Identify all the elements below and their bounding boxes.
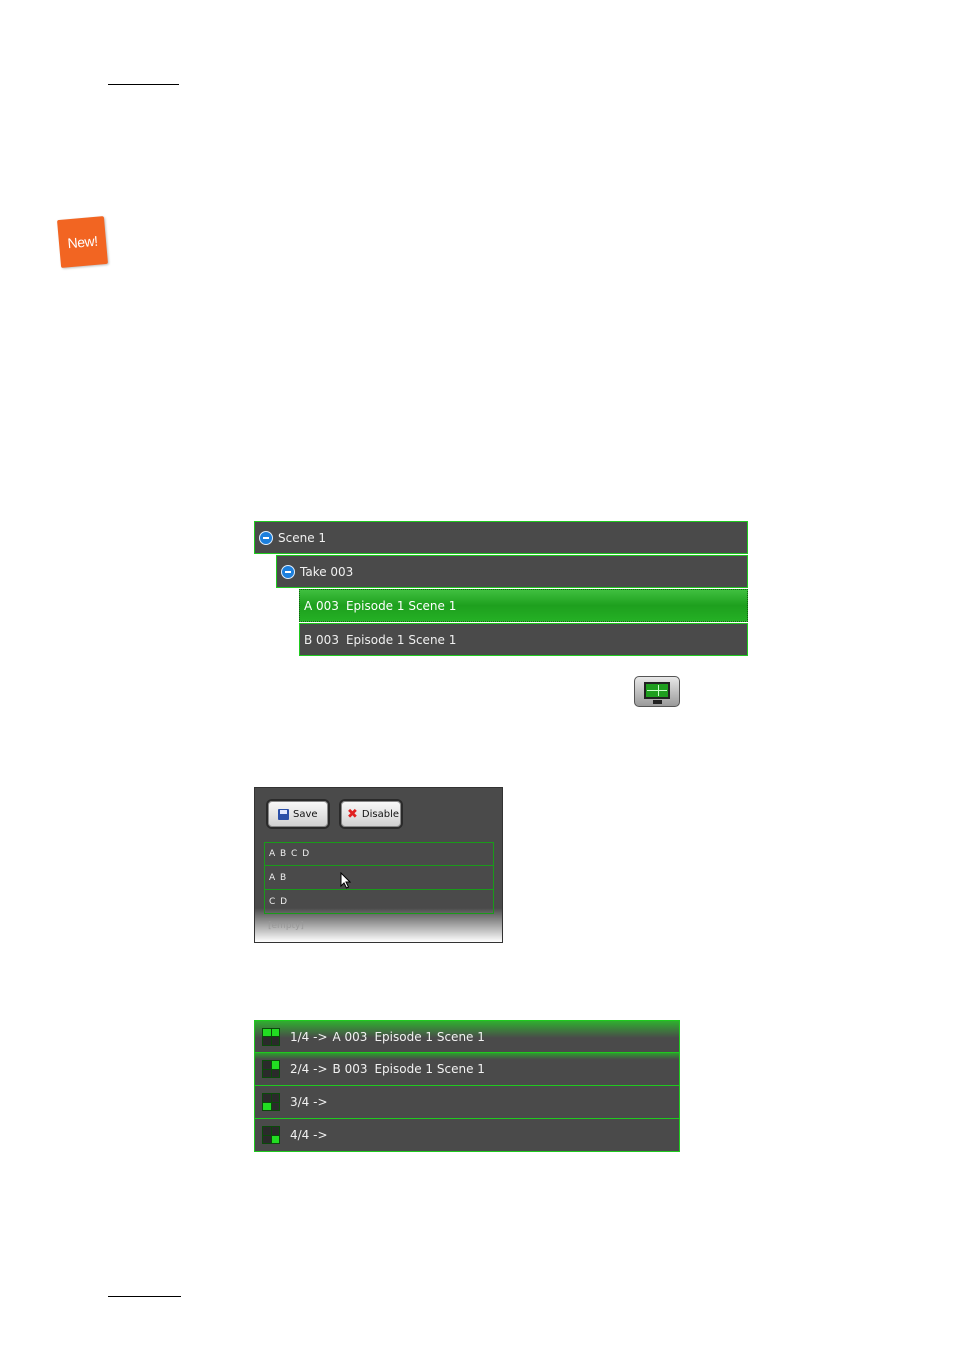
channel-clip-name: Episode 1 Scene 1 <box>374 1029 485 1044</box>
list-item-empty[interactable]: [empty] <box>264 914 494 938</box>
red-x-icon: ✖ <box>347 806 358 822</box>
channel-code: B 003 <box>332 1062 368 1076</box>
save-button[interactable]: Save <box>266 799 330 829</box>
monitor-screen <box>644 682 670 699</box>
monitor-stand <box>653 700 662 704</box>
disable-button[interactable]: ✖ Disable <box>339 799 403 829</box>
new-badge-text: New! <box>66 232 99 252</box>
monitor-split-icon[interactable] <box>634 676 680 707</box>
tree-item-label: Scene 1 <box>278 530 327 545</box>
quad-split-icon <box>262 1060 280 1078</box>
new-badge: New! <box>56 216 109 268</box>
clip-name: Episode 1 Scene 1 <box>345 632 457 647</box>
tree-item-clip[interactable]: B 003 Episode 1 Scene 1 <box>299 623 748 656</box>
collapse-icon[interactable] <box>259 530 273 545</box>
channel-index: 3/4 -> <box>290 1095 328 1109</box>
channel-row[interactable]: 4/4 -> <box>254 1119 680 1152</box>
save-button-label: Save <box>293 808 318 820</box>
channel-list: 1/4 -> A 003 Episode 1 Scene 1 2/4 -> B … <box>254 1020 680 1153</box>
clip-name: Episode 1 Scene 1 <box>345 598 457 613</box>
preset-panel: Save ✖ Disable A B C D A B C D [empty] <box>254 787 503 943</box>
collapse-icon[interactable] <box>281 564 295 579</box>
quad-split-icon <box>262 1027 280 1046</box>
channel-index: 4/4 -> <box>290 1128 328 1142</box>
channel-clip-name: Episode 1 Scene 1 <box>374 1062 485 1076</box>
preset-list: A B C D A B C D [empty] <box>264 842 494 938</box>
tree-item-take[interactable]: Take 003 <box>276 555 748 588</box>
disable-button-label: Disable <box>361 808 400 820</box>
clip-code: B 003 <box>304 632 339 647</box>
tree-item-clip-selected[interactable]: A 003 Episode 1 Scene 1 <box>299 589 748 622</box>
channel-row[interactable]: 1/4 -> A 003 Episode 1 Scene 1 <box>254 1020 680 1053</box>
channel-row[interactable]: 2/4 -> B 003 Episode 1 Scene 1 <box>254 1053 680 1086</box>
list-item[interactable]: A B <box>264 866 494 890</box>
channel-index: 1/4 -> <box>290 1029 328 1044</box>
tree-item-label: Take 003 <box>300 564 354 579</box>
channel-code: A 003 <box>332 1029 368 1044</box>
clip-code: A 003 <box>304 598 339 613</box>
quad-split-icon <box>262 1093 280 1111</box>
list-item[interactable]: A B C D <box>264 842 494 866</box>
floppy-disk-icon <box>278 808 289 820</box>
tree-item-scene[interactable]: Scene 1 <box>254 521 748 554</box>
clip-tree: Scene 1 Take 003 A 003 Episode 1 Scene 1… <box>254 521 748 658</box>
header-rule <box>108 84 179 85</box>
channel-index: 2/4 -> <box>290 1062 328 1076</box>
footer-rule <box>108 1296 181 1297</box>
mouse-cursor-icon <box>340 872 351 889</box>
list-item[interactable]: C D <box>264 890 494 914</box>
channel-row[interactable]: 3/4 -> <box>254 1086 680 1119</box>
quad-split-icon <box>262 1126 280 1144</box>
